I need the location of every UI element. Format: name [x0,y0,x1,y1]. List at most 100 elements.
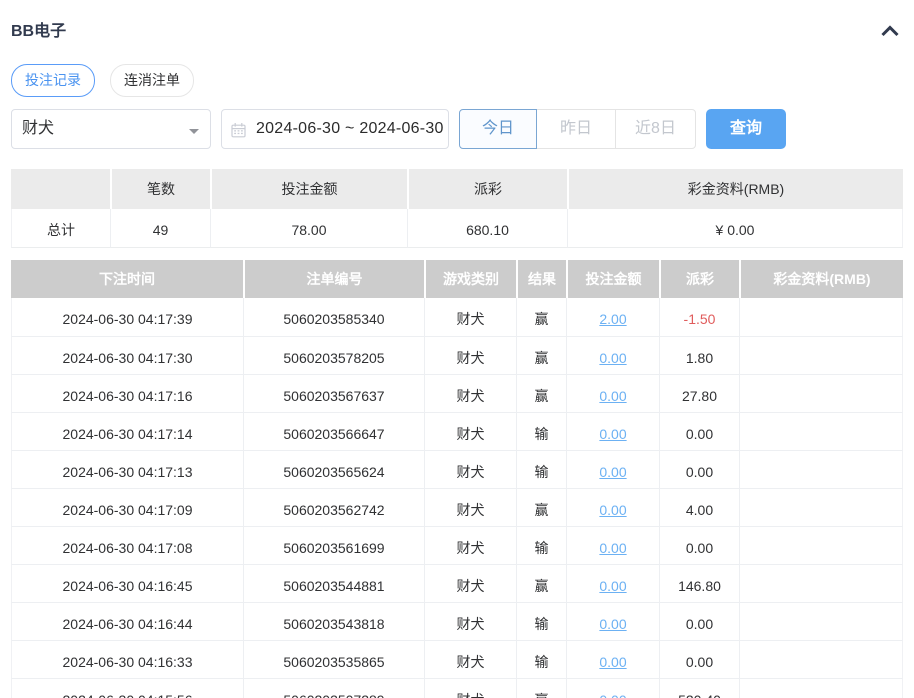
bet-amount-link[interactable]: 0.00 [599,426,626,442]
record-bonus [739,298,903,337]
summary-payout-value: 680.10 [407,209,567,248]
bet-amount-link[interactable]: 0.00 [599,578,626,594]
record-game-type: 财犬 [424,565,516,603]
record-bet-amount: 0.00 [566,603,659,641]
record-order-id: 5060203585340 [243,298,424,337]
last8days-button[interactable]: 近8日 [615,109,696,149]
record-order-id: 5060203567637 [243,375,424,413]
record-payout: 0.00 [659,527,739,565]
record-result: 输 [516,451,566,489]
record-result: 赢 [516,375,566,413]
record-time: 2024-06-30 04:16:33 [11,641,243,679]
record-result: 赢 [516,298,566,337]
record-payout: 0.00 [659,451,739,489]
page-title: BB电子 [11,23,67,40]
record-row: 2024-06-30 04:16:33 5060203535865 财犬 输 0… [11,641,903,679]
record-time: 2024-06-30 04:16:45 [11,565,243,603]
record-order-id: 5060203507289 [243,679,424,698]
record-result: 赢 [516,679,566,698]
today-button[interactable]: 今日 [459,109,537,149]
record-bonus [739,565,903,603]
query-button[interactable]: 查询 [706,109,786,149]
record-order-id: 5060203566647 [243,413,424,451]
record-order-id: 5060203578205 [243,337,424,375]
chevron-up-icon [881,25,899,37]
bet-amount-link[interactable]: 0.00 [599,388,626,404]
record-order-id: 5060203544881 [243,565,424,603]
bet-amount-link[interactable]: 0.00 [599,540,626,556]
record-time: 2024-06-30 04:17:08 [11,527,243,565]
records-header-game-type: 游戏类别 [424,260,516,298]
game-select[interactable]: 财犬 [11,109,211,149]
summary-total-row: 总计 49 78.00 680.10 ¥ 0.00 [11,209,903,248]
record-payout: 0.00 [659,603,739,641]
record-time: 2024-06-30 04:16:44 [11,603,243,641]
record-payout: 4.00 [659,489,739,527]
records-header-time: 下注时间 [11,260,243,298]
record-order-id: 5060203562742 [243,489,424,527]
record-time: 2024-06-30 04:17:39 [11,298,243,337]
bet-amount-link[interactable]: 0.00 [599,464,626,480]
record-bet-amount: 0.00 [566,375,659,413]
record-bonus [739,451,903,489]
bet-amount-link[interactable]: 2.00 [599,311,626,327]
date-range-input[interactable]: 2024-06-30 ~ 2024-06-30 [221,109,449,149]
record-bet-amount: 0.00 [566,489,659,527]
summary-table: 笔数 投注金额 派彩 彩金资料(RMB) 总计 49 78.00 680.10 … [11,169,903,248]
quick-date-button-group: 今日 昨日 近8日 [459,109,696,149]
records-header-bonus: 彩金资料(RMB) [739,260,903,298]
bet-amount-link[interactable]: 0.00 [599,616,626,632]
record-time: 2024-06-30 04:17:30 [11,337,243,375]
records-header-row: 下注时间 注单编号 游戏类别 结果 投注金额 派彩 彩金资料(RMB) [11,260,903,298]
bet-amount-link[interactable]: 0.00 [599,654,626,670]
date-range-value: 2024-06-30 ~ 2024-06-30 [256,120,444,137]
record-game-type: 财犬 [424,375,516,413]
bet-amount-link[interactable]: 0.00 [599,350,626,366]
summary-bonus-value: ¥ 0.00 [567,209,903,248]
record-game-type: 财犬 [424,298,516,337]
summary-bet-amount-value: 78.00 [210,209,407,248]
record-row: 2024-06-30 04:16:45 5060203544881 财犬 赢 0… [11,565,903,603]
record-order-id: 5060203535865 [243,641,424,679]
yesterday-button[interactable]: 昨日 [536,109,616,149]
record-game-type: 财犬 [424,451,516,489]
record-result: 赢 [516,489,566,527]
bet-amount-link[interactable]: 0.00 [599,692,626,698]
summary-header-empty [11,169,110,209]
record-payout: 0.00 [659,641,739,679]
tab-cancelled-orders[interactable]: 连消注单 [110,64,194,97]
record-payout: 27.80 [659,375,739,413]
record-bet-amount: 0.00 [566,527,659,565]
record-bet-amount: 0.00 [566,679,659,698]
record-bonus [739,527,903,565]
game-select-value: 财犬 [22,120,55,137]
record-bet-amount: 0.00 [566,451,659,489]
record-row: 2024-06-30 04:17:16 5060203567637 财犬 赢 0… [11,375,903,413]
bet-amount-link[interactable]: 0.00 [599,502,626,518]
record-time: 2024-06-30 04:15:56 [11,679,243,698]
record-time: 2024-06-30 04:17:09 [11,489,243,527]
calendar-icon [231,123,246,138]
tab-bet-records[interactable]: 投注记录 [11,64,95,97]
records-header-result: 结果 [516,260,566,298]
record-time: 2024-06-30 04:17:14 [11,413,243,451]
record-bonus [739,337,903,375]
summary-header-payout: 派彩 [407,169,567,209]
record-row: 2024-06-30 04:17:13 5060203565624 财犬 输 0… [11,451,903,489]
tab-bar: 投注记录 连消注单 [11,64,194,97]
bet-records-panel: BB电子 投注记录 连消注单 财犬 2024-06-30 ~ 2024-06-3… [0,0,914,698]
caret-down-icon [189,129,199,134]
record-row: 2024-06-30 04:17:39 5060203585340 财犬 赢 2… [11,298,903,337]
record-payout: 1.80 [659,337,739,375]
record-bonus [739,489,903,527]
record-game-type: 财犬 [424,679,516,698]
record-order-id: 5060203565624 [243,451,424,489]
record-row: 2024-06-30 04:15:56 5060203507289 财犬 赢 0… [11,679,903,698]
record-bonus [739,679,903,698]
record-row: 2024-06-30 04:16:44 5060203543818 财犬 输 0… [11,603,903,641]
collapse-panel-button[interactable] [880,24,900,38]
record-time: 2024-06-30 04:17:16 [11,375,243,413]
record-bonus [739,641,903,679]
record-payout: 520.40 [659,679,739,698]
record-game-type: 财犬 [424,603,516,641]
